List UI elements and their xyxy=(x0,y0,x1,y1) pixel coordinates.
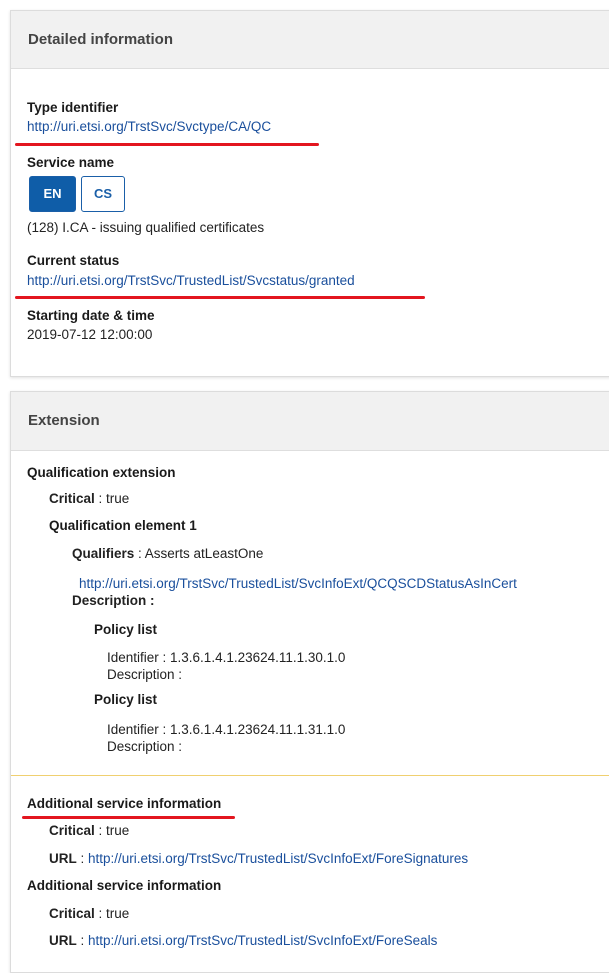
type-identifier-link[interactable]: http://uri.etsi.org/TrstSvc/Svctype/CA/Q… xyxy=(27,119,271,134)
url-label: URL xyxy=(49,933,77,948)
qualification-extension-label: Qualification extension xyxy=(27,465,176,480)
type-identifier-underline xyxy=(15,143,319,146)
qualifier-uri-link[interactable]: http://uri.etsi.org/TrstSvc/TrustedList/… xyxy=(79,576,517,591)
extension-header: Extension xyxy=(11,392,609,451)
critical-value: : true xyxy=(94,906,130,921)
qualifiers-label: Qualifiers xyxy=(72,546,135,561)
service-name-label: Service name xyxy=(27,155,115,170)
service-name-value: (128) I.CA - issuing qualified certifica… xyxy=(27,220,265,235)
additional-info-1-url-row: URL : http://uri.etsi.org/TrstSvc/Truste… xyxy=(49,851,468,866)
language-button-cs[interactable]: CS xyxy=(81,176,125,212)
language-button-en[interactable]: EN xyxy=(29,176,76,212)
current-status-underline xyxy=(15,296,425,299)
url-separator: : xyxy=(76,851,89,866)
policy-2-identifier: Identifier : 1.3.6.1.4.1.23624.11.1.31.1… xyxy=(107,722,346,737)
policy-2-description: Description : xyxy=(107,739,183,754)
policy-1-identifier: Identifier : 1.3.6.1.4.1.23624.11.1.30.1… xyxy=(107,650,346,665)
description-row: Description : xyxy=(72,593,155,608)
additional-info-2-critical-row: Critical : true xyxy=(49,906,129,921)
section-divider xyxy=(11,775,609,776)
qualification-element-label: Qualification element 1 xyxy=(49,518,197,533)
qualifiers-value: : Asserts atLeastOne xyxy=(134,546,264,561)
additional-info-1-label: Additional service information xyxy=(27,796,222,811)
critical-value: : true xyxy=(94,823,130,838)
fore-seals-link[interactable]: http://uri.etsi.org/TrstSvc/TrustedList/… xyxy=(88,933,437,948)
current-status-label: Current status xyxy=(27,253,120,268)
url-label: URL xyxy=(49,851,77,866)
type-identifier-label: Type identifier xyxy=(27,100,119,115)
critical-label: Critical xyxy=(49,906,95,921)
additional-info-1-critical-row: Critical : true xyxy=(49,823,129,838)
additional-info-underline xyxy=(22,816,235,819)
policy-1-description: Description : xyxy=(107,667,183,682)
starting-date-label: Starting date & time xyxy=(27,308,155,323)
detailed-information-header: Detailed information xyxy=(11,11,609,69)
additional-info-2-url-row: URL : http://uri.etsi.org/TrstSvc/Truste… xyxy=(49,933,437,948)
current-status-link[interactable]: http://uri.etsi.org/TrstSvc/TrustedList/… xyxy=(27,273,355,288)
fore-signatures-link[interactable]: http://uri.etsi.org/TrstSvc/TrustedList/… xyxy=(88,851,468,866)
qualification-critical-row: Critical : true xyxy=(49,491,129,506)
starting-date-value: 2019-07-12 12:00:00 xyxy=(27,327,153,342)
url-separator: : xyxy=(76,933,89,948)
policy-list-2-label: Policy list xyxy=(94,692,158,707)
description-colon: : xyxy=(146,593,155,608)
qualifiers-row: Qualifiers : Asserts atLeastOne xyxy=(72,546,263,561)
critical-value: : true xyxy=(94,491,130,506)
critical-label: Critical xyxy=(49,823,95,838)
additional-info-2-label: Additional service information xyxy=(27,878,222,893)
policy-list-1-label: Policy list xyxy=(94,622,158,637)
critical-label: Critical xyxy=(49,491,95,506)
description-label: Description xyxy=(72,593,147,608)
